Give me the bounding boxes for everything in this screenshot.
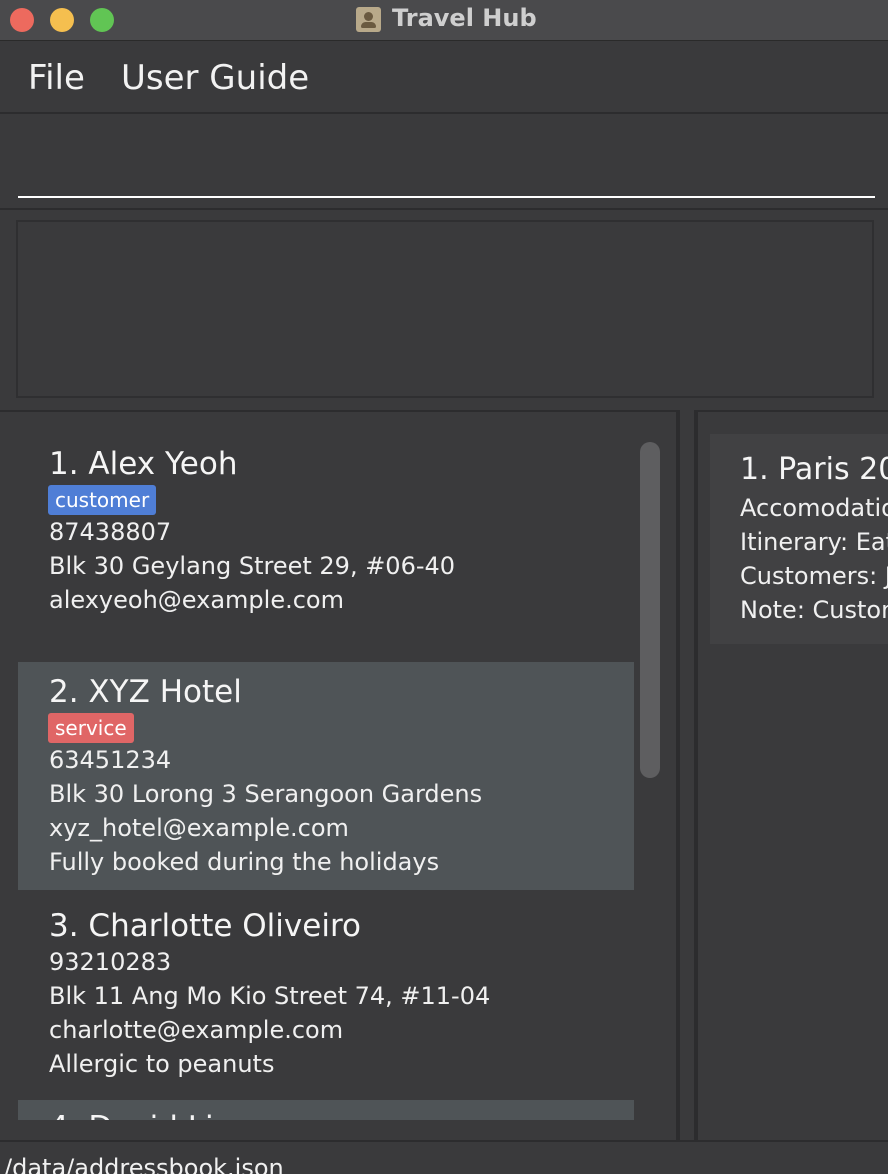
storage-path: /data/addressbook.json: [4, 1154, 284, 1174]
person-name: 1. Alex Yeoh: [49, 446, 238, 482]
trip-title: 1. Paris 2025: [740, 452, 888, 487]
person-address: Blk 11 Ang Mo Kio Street 74, #11-04: [49, 982, 491, 1010]
maximize-window-icon[interactable]: [90, 8, 114, 32]
person-list: 1. Alex Yeoh customer 87438807 Blk 30 Ge…: [18, 434, 634, 1120]
person-phone: 93210283: [49, 948, 172, 976]
status-bar: /data/addressbook.json: [0, 1140, 888, 1174]
trip-list-panel: 1. Paris 2025 Accomodation: Itinerary: E…: [694, 410, 888, 1140]
person-name: 4. David Li: [49, 1110, 214, 1120]
person-list-panel: 1. Alex Yeoh customer 87438807 Blk 30 Ge…: [0, 410, 680, 1140]
person-email: xyz_hotel@example.com: [49, 814, 349, 842]
person-note: Fully booked during the holidays: [49, 848, 440, 876]
person-card[interactable]: 1. Alex Yeoh customer 87438807 Blk 30 Ge…: [18, 434, 634, 662]
trip-customers: Customers: James: [740, 562, 888, 590]
trip-note: Note: Customer: [740, 596, 888, 624]
tag-badge: customer: [48, 485, 157, 515]
person-address: Blk 30 Lorong 3 Serangoon Gardens: [49, 780, 483, 808]
person-card-selected[interactable]: 2. XYZ Hotel service 63451234 Blk 30 Lor…: [18, 662, 634, 890]
trip-card[interactable]: 1. Paris 2025 Accomodation: Itinerary: E…: [710, 434, 888, 644]
close-window-icon[interactable]: [10, 8, 34, 32]
trip-itinerary: Itinerary: Eat baguettes: [740, 528, 888, 556]
title-bar: Travel Hub: [0, 0, 888, 41]
person-note: Allergic to peanuts: [49, 1050, 275, 1078]
person-name: 2. XYZ Hotel: [49, 674, 242, 710]
trip-accommodation: Accomodation:: [740, 494, 888, 522]
person-card[interactable]: 3. Charlotte Oliveiro 93210283 Blk 11 An…: [18, 890, 634, 1100]
person-phone: 87438807: [49, 518, 172, 546]
menu-bar: File User Guide: [0, 50, 888, 114]
person-phone: 63451234: [49, 746, 172, 774]
person-address: Blk 30 Geylang Street 29, #06-40: [49, 552, 456, 580]
command-box: [0, 114, 888, 210]
tag-badge: service: [48, 713, 134, 743]
person-name: 3. Charlotte Oliveiro: [49, 908, 361, 944]
menu-user-guide[interactable]: User Guide: [121, 58, 309, 98]
person-email: alexyeoh@example.com: [49, 586, 344, 614]
menu-file[interactable]: File: [28, 58, 85, 98]
person-card[interactable]: 4. David Li: [18, 1100, 634, 1120]
result-display: [16, 220, 874, 398]
contact-book-icon: [356, 7, 381, 32]
person-email: charlotte@example.com: [49, 1016, 344, 1044]
minimize-window-icon[interactable]: [50, 8, 74, 32]
command-input[interactable]: [18, 134, 875, 198]
person-list-scrollbar[interactable]: [640, 442, 660, 778]
window-title: Travel Hub: [392, 4, 537, 32]
